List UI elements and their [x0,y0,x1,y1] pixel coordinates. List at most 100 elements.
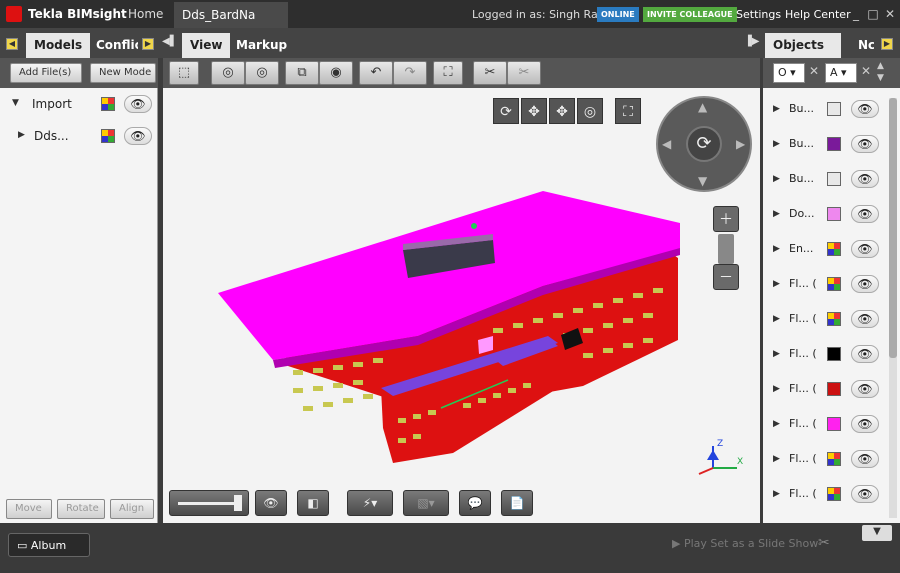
color-icon[interactable] [101,97,115,111]
close-button[interactable]: ✕ [883,7,897,21]
left-prev-arrow-icon[interactable]: ◀ [6,38,18,50]
expand-right-icon[interactable]: ▶ [18,130,25,140]
eye-icon[interactable]: 👁 [851,135,879,153]
rotate-button[interactable]: Rotate [57,499,105,519]
object-row[interactable]: ▶ Bu... 👁 [763,162,885,197]
color-icon[interactable] [827,487,841,501]
tab-view[interactable]: View [182,33,231,58]
tools-icon[interactable]: ✂ [818,535,830,551]
object-row[interactable]: ▶ Do... 👁 [763,197,885,232]
remove-clip-icon[interactable]: ✂ [507,61,541,85]
zoom-out-icon[interactable]: － [713,264,739,290]
expand-right-icon[interactable]: ▶ [773,419,780,429]
color-swatch[interactable] [827,417,841,431]
undo-icon[interactable]: ↶ [359,61,393,85]
document-icon[interactable]: 📄 [501,490,533,516]
tab-models[interactable]: Models [26,33,91,58]
tab-notes[interactable]: Nc [850,33,874,58]
eye-icon[interactable]: 👁 [851,170,879,188]
expand-right-icon[interactable]: ▶ [773,349,780,359]
object-row[interactable]: ▶ Fl... (👁 [763,407,885,442]
move-button[interactable]: Move [6,499,52,519]
object-row[interactable]: ▶ Fl... (👁 [763,267,885,302]
object-row[interactable]: ▶ Fl... (👁 [763,337,885,372]
zoom-slider[interactable] [718,234,734,264]
color-swatch[interactable] [827,172,841,186]
expand-panel-icon[interactable]: ▼ [862,525,892,541]
clip-icon[interactable]: ✂ [473,61,507,85]
tab-objects[interactable]: Objects [765,33,841,58]
eye-icon[interactable]: 👁 [851,100,879,118]
visibility-icon[interactable]: 👁 [255,490,287,516]
color-swatch[interactable] [827,207,841,221]
eye-icon[interactable]: 👁 [124,127,152,145]
album-button[interactable]: ▭ Album [8,533,90,557]
eye-icon[interactable]: 👁 [851,380,879,398]
new-model-button[interactable]: New Mode [90,63,156,83]
object-row[interactable]: ▶ Fl... (👁 [763,372,885,407]
color-icon[interactable] [827,452,841,466]
select-area-icon[interactable]: ⬚ [169,61,199,85]
wheel-up-icon[interactable]: ▲ [698,100,707,114]
lightning-dropdown-icon[interactable]: ⚡▾ [347,490,393,516]
box-view-icon[interactable]: ◧ [297,490,329,516]
color-icon[interactable] [827,277,841,291]
rotate-center-icon[interactable]: ⟳ [686,126,722,162]
walk-icon[interactable]: ◎ [577,98,603,124]
left-next-arrow-icon[interactable]: ▶ [142,38,154,50]
scrollbar-thumb[interactable] [889,98,897,358]
invite-colleague-button[interactable]: INVITE COLLEAGUE [643,7,737,22]
wheel-left-icon[interactable]: ◀ [662,137,671,151]
help-center-link[interactable]: Help Center [785,8,851,21]
wheel-right-icon[interactable]: ▶ [736,137,745,151]
eye-icon[interactable]: 👁 [851,450,879,468]
settings-link[interactable]: Settings [736,8,781,21]
navigation-wheel[interactable]: ⟳ ▲ ▼ ◀ ▶ [656,96,752,192]
align-button[interactable]: Align [110,499,154,519]
pan-icon[interactable]: ✥ [521,98,547,124]
look-around-icon[interactable]: ✥ [549,98,575,124]
minimize-button[interactable]: _ [849,7,863,21]
fit-view-icon[interactable]: ⛶ [433,61,463,85]
color-swatch[interactable] [827,382,841,396]
eye-icon[interactable]: 👁 [124,95,152,113]
object-row[interactable]: ▶ Fl... (👁 [763,477,885,512]
show-only-icon[interactable]: ◉ [319,61,353,85]
color-icon[interactable] [101,129,115,143]
expand-right-icon[interactable]: ▶ [773,139,780,149]
collapse-left-icon[interactable]: ◀▌ [162,36,177,47]
eye-icon[interactable]: 👁 [851,205,879,223]
sort-icon[interactable]: ▲ ▼ [877,60,884,84]
eye-icon[interactable]: 👁 [851,240,879,258]
document-tab[interactable]: Dds_BardNa [174,2,288,28]
eye-icon[interactable]: 👁 [851,345,879,363]
tab-conflicts[interactable]: Conflic [88,33,138,58]
transparency-slider[interactable] [169,490,249,516]
maximize-button[interactable]: □ [866,7,880,21]
expand-right-icon[interactable]: ▶ [773,384,780,394]
object-row[interactable]: ▶ Bu... 👁 [763,127,885,162]
tree-item-import[interactable]: ▼ Import 👁 [0,92,158,116]
color-swatch[interactable] [827,347,841,361]
pattern-dropdown-icon[interactable]: ▧▾ [403,490,449,516]
hide-selected-icon[interactable]: ◎ [245,61,279,85]
expand-right-icon[interactable]: ▶ [773,244,780,254]
eye-icon[interactable]: 👁 [851,275,879,293]
eye-icon[interactable]: 👁 [851,310,879,328]
color-icon[interactable] [827,242,841,256]
object-row[interactable]: ▶ Fl... (👁 [763,302,885,337]
show-all-icon[interactable]: ⧉ [285,61,319,85]
comment-icon[interactable]: 💬 [459,490,491,516]
color-swatch[interactable] [827,137,841,151]
eye-icon[interactable]: 👁 [851,485,879,503]
expand-right-icon[interactable]: ▶ [773,174,780,184]
tree-item-dds[interactable]: ▶ Dds... 👁 [0,124,158,148]
3d-viewport[interactable]: ⟳ ✥ ✥ ◎ ⛶ ⟳ ▲ ▼ ◀ ▶ ＋ － Z X � [163,88,760,523]
home-tab[interactable]: Home [128,7,163,21]
add-files-button[interactable]: Add File(s) [10,63,82,83]
orbit-icon[interactable]: ⟳ [493,98,519,124]
expand-right-icon[interactable]: ▶ [773,489,780,499]
clear-filter-2-icon[interactable]: ✕ [861,64,871,78]
hide-icon[interactable]: ◎ [211,61,245,85]
object-row[interactable]: ▶ En... 👁 [763,232,885,267]
